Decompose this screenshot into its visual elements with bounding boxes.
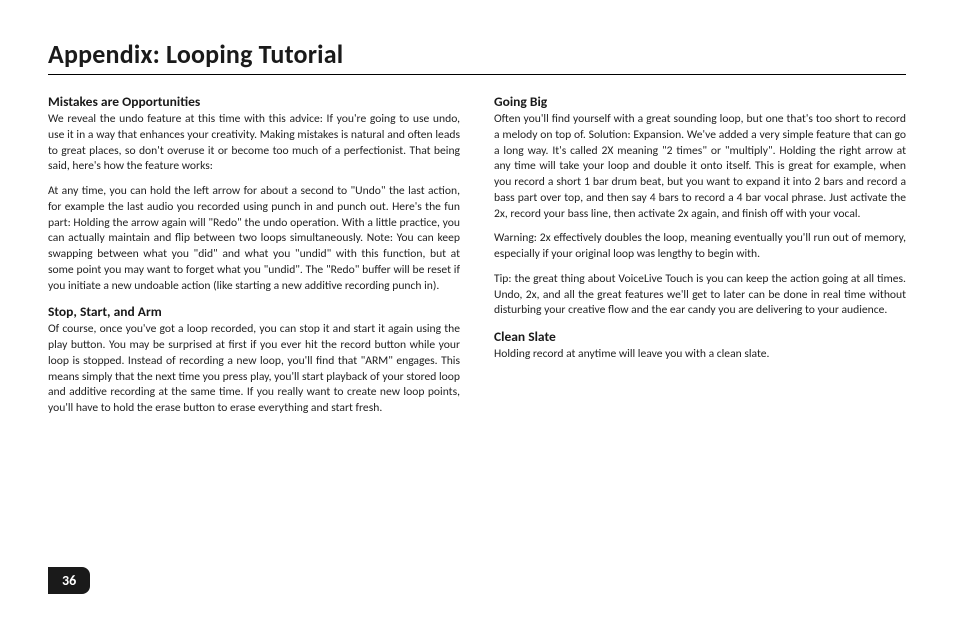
heading-mistakes: Mistakes are Opportunities <box>48 93 460 110</box>
section-clean-slate: Clean Slate Holding record at anytime wi… <box>494 328 906 363</box>
para: Warning: 2x effectively doubles the loop… <box>494 231 906 263</box>
page-title: Appendix: Looping Tutorial <box>48 38 906 75</box>
heading-going-big: Going Big <box>494 93 906 110</box>
left-column: Mistakes are Opportunities We reveal the… <box>48 89 460 426</box>
heading-stop-start-arm: Stop, Start, and Arm <box>48 303 460 320</box>
para: Of course, once you've got a loop record… <box>48 322 460 417</box>
page-number: 36 <box>48 567 90 594</box>
section-stop-start-arm: Stop, Start, and Arm Of course, once you… <box>48 303 460 417</box>
para: At any time, you can hold the left arrow… <box>48 184 460 294</box>
section-mistakes: Mistakes are Opportunities We reveal the… <box>48 93 460 294</box>
para: Often you'll find yourself with a great … <box>494 112 906 222</box>
heading-clean-slate: Clean Slate <box>494 328 906 345</box>
section-going-big: Going Big Often you'll find yourself wit… <box>494 93 906 319</box>
right-column: Going Big Often you'll find yourself wit… <box>494 89 906 426</box>
para: We reveal the undo feature at this time … <box>48 112 460 175</box>
content-columns: Mistakes are Opportunities We reveal the… <box>48 89 906 426</box>
para: Holding record at anytime will leave you… <box>494 347 906 363</box>
para: Tip: the great thing about VoiceLive Tou… <box>494 272 906 319</box>
